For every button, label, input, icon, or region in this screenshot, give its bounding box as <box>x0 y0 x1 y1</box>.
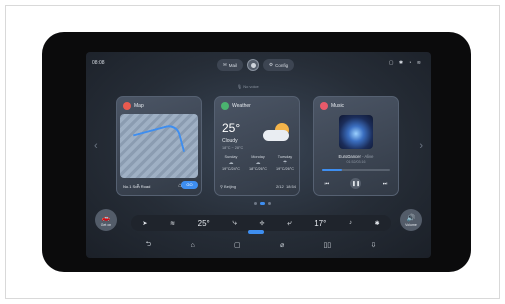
weather-icon <box>221 102 229 110</box>
map-header: Map <box>123 102 144 110</box>
map-title: Map <box>134 103 144 109</box>
left-temperature[interactable]: 25° <box>198 219 210 228</box>
steering-icon[interactable]: ⌀ <box>280 241 284 249</box>
forecast-day: Monday ☁ 18°C/26°C <box>246 155 270 171</box>
wifi-icon[interactable]: ≋ <box>170 220 175 227</box>
volume-button[interactable]: 🔊 Volume <box>400 209 422 231</box>
recent-apps-icon[interactable]: ▢ <box>234 241 241 249</box>
mail-icon: ✉ <box>223 62 227 67</box>
date: 2/12 <box>275 184 284 189</box>
rain-icon: ☂ <box>282 160 288 166</box>
system-icons: ▢ ✱ ◔ ≋ <box>388 60 423 66</box>
song-title: EuroDancer <box>338 154 361 159</box>
cloudy-sun-icon <box>263 123 289 141</box>
music-title: Music <box>331 103 345 109</box>
voice-hint-text: No voice <box>243 84 259 89</box>
weather-footer: ⚲ Beijing 2/12 18:54 <box>220 184 296 189</box>
search-icon[interactable]: ⌕ <box>136 183 139 190</box>
settings-icon[interactable]: ✱ <box>375 220 380 227</box>
song-artist: - Alive <box>362 154 374 159</box>
city: Beijing <box>224 184 237 189</box>
cloud-icon: ☁ <box>255 160 261 166</box>
fan-icon[interactable]: ✢ <box>259 220 264 227</box>
next-track-icon[interactable]: ⏭ <box>383 181 388 187</box>
right-temperature[interactable]: 17° <box>314 219 326 228</box>
weather-condition: Cloudy <box>222 138 238 144</box>
config-label: Config <box>275 62 289 68</box>
forecast-day: Sunday ☁ 19°C/24°C <box>219 155 243 171</box>
fan-level-indicator <box>248 230 264 234</box>
left-seat-icon[interactable]: ⤷ <box>232 218 236 228</box>
gear-icon: ⚙ <box>269 62 274 67</box>
download-icon[interactable]: ⇩ <box>370 241 376 249</box>
right-seat-icon[interactable]: ⤶ <box>287 218 291 228</box>
music-icon <box>320 102 328 110</box>
current-temperature: 25° <box>222 121 241 135</box>
weather-title: Weather <box>232 103 251 109</box>
track-time: 01:52/03:16 <box>346 160 366 164</box>
get-on-button[interactable]: 🚗 Get on <box>95 209 117 231</box>
nav-bar: ⮌ ⌂ ▢ ⌀ ▯▯ ⇩ <box>126 238 396 252</box>
prev-page-chevron-icon[interactable]: ‹ <box>94 140 98 152</box>
song-info: EuroDancer - Alive <box>314 154 398 159</box>
next-page-chevron-icon[interactable]: › <box>419 140 423 152</box>
home-icon[interactable]: ⌂ <box>178 183 182 190</box>
volume-label: Volume <box>405 222 417 227</box>
navigation-arrow-icon[interactable]: ➤ <box>142 220 147 227</box>
map-footer: ⌕ ⌂ <box>117 183 201 190</box>
weather-header: Weather <box>221 102 251 110</box>
mail-button[interactable]: ✉ Mail <box>217 59 244 71</box>
weather-card[interactable]: Weather 25° Cloudy 18°C ~ 28°C Sunday ☁ 19… <box>214 96 300 196</box>
pause-button[interactable]: ❚❚ <box>350 178 362 189</box>
climate-dock: ➤ ≋ 25° ⤷ ✢ ⤶ 17° ♪ ✱ <box>131 215 391 231</box>
clock: 08:08 <box>92 60 105 66</box>
speaker-icon: 🔊 <box>406 214 416 222</box>
weather-time: 18:54 <box>285 184 296 189</box>
music-header: Music <box>320 102 344 110</box>
previous-track-icon[interactable]: ⏮ <box>325 181 330 187</box>
back-icon[interactable]: ⮌ <box>146 240 152 251</box>
forecast-day: Tuesday ☂ 19°C/26°C <box>273 155 297 171</box>
avatar[interactable] <box>247 59 260 71</box>
map-preview[interactable]: No.1 Sun Road GO <box>120 114 198 189</box>
map-card[interactable]: Map No.1 Sun Road GO ⌕ ⌂ <box>116 96 202 196</box>
progress-bar[interactable] <box>322 169 390 171</box>
music-card[interactable]: Music EuroDancer - Alive 01:52/03:16 ⏮ ❚… <box>313 96 399 196</box>
car-icon: 🚗 <box>101 214 111 222</box>
map-pin-icon <box>123 102 131 110</box>
config-button[interactable]: ⚙ Config <box>263 59 295 71</box>
get-on-label: Get on <box>100 222 112 227</box>
infotainment-screen: 08:08 ▢ ✱ ◔ ≋ ✉ Mail ⚙ Config 🎙 No voice ‹… <box>86 52 431 258</box>
home-icon[interactable]: ⌂ <box>191 242 195 249</box>
page-indicator <box>254 202 271 205</box>
cloud-icon: ☁ <box>228 160 234 166</box>
voice-hint: 🎙 No voice <box>237 84 259 89</box>
album-cover[interactable] <box>339 115 373 149</box>
split-screen-icon[interactable]: ▯▯ <box>323 241 331 249</box>
temperature-range: 18°C ~ 28°C <box>222 146 244 150</box>
music-note-icon[interactable]: ♪ <box>349 220 352 226</box>
mail-label: Mail <box>228 62 238 68</box>
music-controls: ⏮ ❚❚ ⏭ <box>314 178 398 189</box>
forecast: Sunday ☁ 19°C/24°C Monday ☁ 18°C/26°C Tuesda… <box>219 155 297 171</box>
route-line <box>132 122 186 164</box>
top-buttons: ✉ Mail ⚙ Config <box>217 59 295 71</box>
